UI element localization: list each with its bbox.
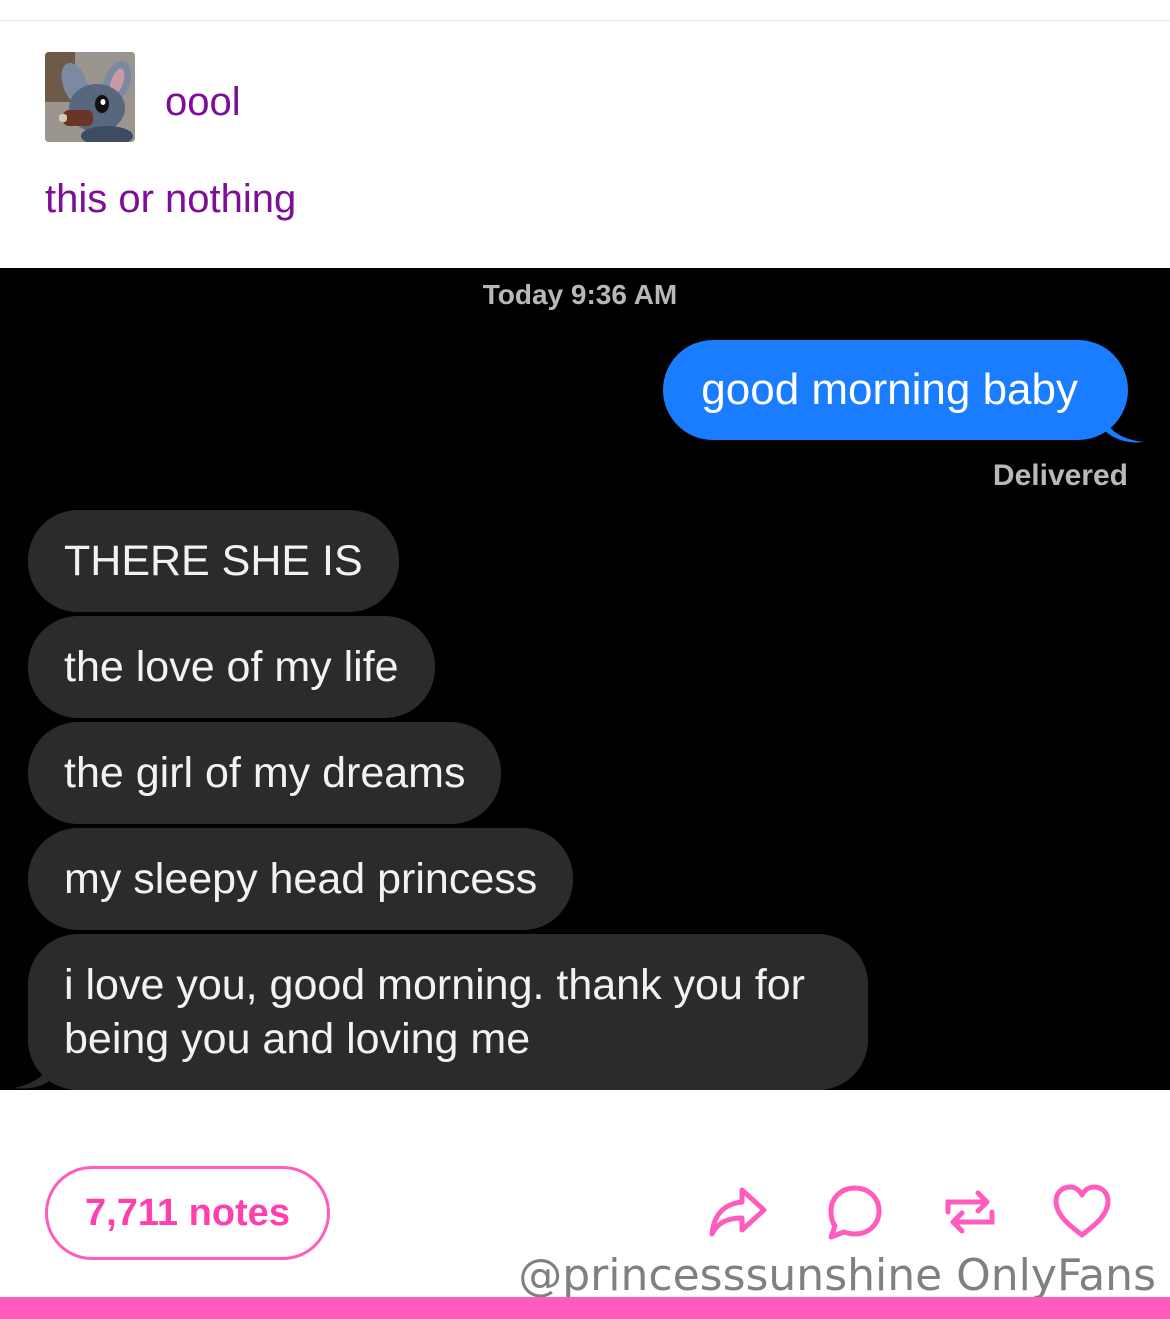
- received-message-bubble: my sleepy head princess: [28, 828, 574, 930]
- post-username[interactable]: oool: [165, 78, 241, 126]
- post-caption: this or nothing: [45, 177, 297, 221]
- stitch-avatar-icon: [45, 52, 135, 142]
- delivery-status: Delivered: [992, 459, 1128, 492]
- notes-count-button[interactable]: 7,711 notes: [45, 1166, 330, 1260]
- reblog-icon: [945, 1190, 995, 1234]
- sent-bubble-tail: [1104, 418, 1144, 443]
- received-message-bubble: THERE SHE IS: [28, 510, 399, 612]
- reply-button[interactable]: [823, 1180, 887, 1244]
- message-screenshot: Today 9:36 AM good morning baby Delivere…: [0, 268, 1170, 1090]
- share-arrow-icon: [709, 1187, 767, 1237]
- avatar[interactable]: [45, 52, 135, 142]
- sent-message-bubble: good morning baby: [663, 340, 1128, 440]
- watermark-text: @princesssunshine OnlyFans: [518, 1250, 1156, 1301]
- top-divider: [0, 20, 1170, 21]
- heart-icon: [1053, 1184, 1111, 1238]
- received-message-bubble: the girl of my dreams: [28, 722, 502, 824]
- bottom-accent-bar: [0, 1297, 1170, 1319]
- reblog-button[interactable]: [938, 1180, 1002, 1244]
- speech-bubble-icon: [828, 1185, 882, 1240]
- received-bubble-tail: [14, 1058, 54, 1089]
- received-message-bubble: i love you, good morning. thank you for …: [28, 934, 868, 1090]
- message-timestamp: Today 9:36 AM: [482, 279, 678, 310]
- like-button[interactable]: [1050, 1180, 1114, 1244]
- received-message-bubble: the love of my life: [28, 616, 435, 718]
- share-button[interactable]: [706, 1180, 770, 1244]
